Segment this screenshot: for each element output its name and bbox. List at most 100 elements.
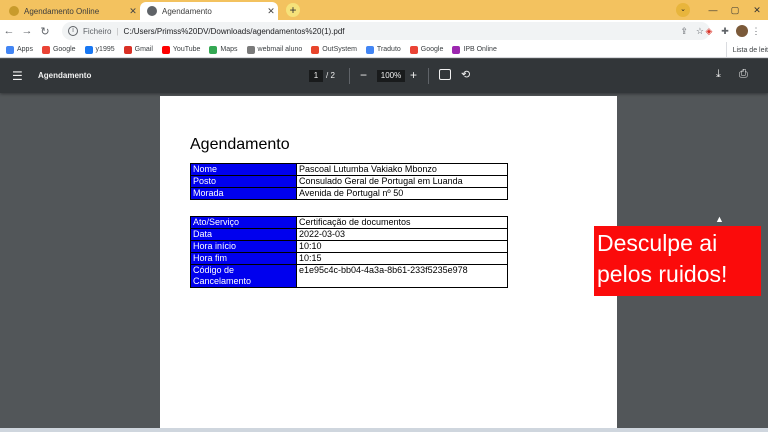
table-row: Hora início 10:10: [190, 240, 508, 253]
close-icon[interactable]: ✕: [126, 6, 140, 17]
pdf-toolbar: ☰ Agendamento 1 / 2 − 100% + ⟲ ⤓ ⎙: [0, 59, 768, 93]
back-arrow-icon[interactable]: ←: [0, 25, 18, 37]
page-number-input[interactable]: 1: [309, 70, 323, 82]
reading-list-label: Lista de leit: [732, 46, 768, 54]
table-value: 10:15: [296, 252, 508, 265]
annotation-line-2: pelos ruidos!: [597, 261, 728, 287]
maximize-icon[interactable]: ▢: [724, 5, 746, 16]
table-row: Ato/Serviço Certificação de documentos: [190, 216, 508, 229]
browser-toolbar: ← → ↻ i Ficheiro | C:/Users/Primss%20DV/…: [0, 20, 768, 42]
address-url[interactable]: C:/Users/Primss%20DV/Downloads/agendamen…: [124, 27, 345, 36]
page-total: / 2: [326, 71, 335, 80]
extension-icons: ◈ ✚ ⋮: [701, 22, 764, 40]
tab-search-icon[interactable]: ⌄: [676, 3, 690, 17]
site-favicon-icon: [9, 6, 19, 16]
kebab-menu-icon[interactable]: ⋮: [748, 26, 764, 37]
address-bar[interactable]: i Ficheiro | C:/Users/Primss%20DV/Downlo…: [62, 22, 710, 40]
document-heading: Agendamento: [190, 136, 290, 153]
bookmark-y1995[interactable]: y1995: [84, 45, 115, 54]
address-scheme: Ficheiro: [83, 26, 112, 36]
table-value: Consulado Geral de Portugal em Luanda: [296, 175, 508, 188]
close-window-icon[interactable]: ✕: [746, 5, 768, 16]
youtube-icon: [161, 45, 170, 54]
apology-annotation: Desculpe ai pelos ruidos!: [594, 226, 761, 296]
download-icon[interactable]: ⤓: [716, 68, 721, 81]
menu-icon[interactable]: ☰: [12, 69, 23, 83]
annotation-line-1: Desculpe ai: [597, 230, 718, 256]
mouse-cursor-icon: ▲: [715, 214, 724, 224]
info-icon[interactable]: i: [68, 26, 78, 36]
bookmark-google[interactable]: Google: [41, 45, 76, 54]
shield-extension-icon[interactable]: ◈: [701, 26, 717, 37]
bookmark-label: YouTube: [172, 46, 201, 53]
tab-agendamento[interactable]: Agendamento ✕: [140, 2, 278, 20]
facebook-icon: [84, 45, 93, 54]
table-row: Código de Cancelamento e1e95c4c-bb04-4a3a…: [190, 264, 508, 288]
table-key: Data: [190, 228, 297, 241]
puzzle-extensions-icon[interactable]: ✚: [717, 26, 733, 37]
globe-icon: [147, 6, 157, 16]
table-row: Morada Avenida de Portugal nº 50: [190, 187, 508, 200]
close-icon[interactable]: ✕: [264, 6, 278, 17]
table-row: Nome Pascoal Lutumba Vakiako Mbonzo: [190, 163, 508, 176]
table-row: Data 2022-03-03: [190, 228, 508, 241]
zoom-in-icon[interactable]: +: [410, 68, 417, 82]
zoom-level-input[interactable]: 100%: [377, 70, 405, 82]
forward-arrow-icon[interactable]: →: [18, 25, 36, 37]
bookmark-label: y1995: [95, 46, 115, 53]
bookmark-label: Maps: [220, 46, 238, 53]
bookmark-gmail[interactable]: Gmail: [123, 45, 153, 54]
bookmark-apps[interactable]: Apps: [6, 45, 33, 54]
table-row: Posto Consulado Geral de Portugal em Luan…: [190, 175, 508, 188]
gmail-icon: [123, 45, 132, 54]
tab-title: Agendamento Online: [24, 6, 100, 16]
table-value: Pascoal Lutumba Vakiako Mbonzo: [296, 163, 508, 176]
person-info-table: Nome Pascoal Lutumba Vakiako Mbonzo Posto…: [190, 163, 508, 200]
bookmark-maps[interactable]: Maps: [209, 45, 238, 54]
table-key: Ato/Serviço: [190, 216, 297, 229]
bookmark-traduto[interactable]: Traduto: [365, 45, 401, 54]
table-value: e1e95c4c-bb04-4a3a-8b61-233f5235e978: [296, 264, 508, 288]
webmail-icon: [246, 45, 255, 54]
table-key: Hora fim: [190, 252, 297, 265]
reload-icon[interactable]: ↻: [36, 25, 54, 38]
outsystem-icon: [311, 45, 320, 54]
bookmark-webmail[interactable]: webmail aluno: [246, 45, 303, 54]
bookmark-outsystem[interactable]: OutSystem: [311, 45, 357, 54]
bookmark-ipb-online[interactable]: IPB Online: [452, 45, 497, 54]
bookmark-google-2[interactable]: Google: [409, 45, 443, 54]
maps-icon: [209, 45, 218, 54]
fit-page-icon[interactable]: [439, 69, 451, 80]
table-value: 2022-03-03: [296, 228, 508, 241]
zoom-out-icon[interactable]: −: [360, 68, 367, 82]
toolbar-divider: [428, 68, 429, 84]
bookmark-label: Apps: [17, 46, 33, 53]
tab-agendamento-online[interactable]: Agendamento Online ✕: [2, 2, 140, 20]
table-value: Avenida de Portugal nº 50: [296, 187, 508, 200]
table-value: 10:10: [296, 240, 508, 253]
bookmark-label: Traduto: [376, 46, 401, 53]
print-icon[interactable]: ⎙: [739, 68, 748, 81]
google-icon: [409, 45, 418, 54]
bookmark-youtube[interactable]: YouTube: [161, 45, 201, 54]
bookmark-label: webmail aluno: [257, 46, 303, 53]
omnibox-actions: ⇪ ☆: [672, 22, 704, 40]
tab-title: Agendamento: [162, 6, 212, 16]
bookmark-label: Gmail: [134, 46, 153, 53]
table-key: Morada: [190, 187, 297, 200]
reading-list[interactable]: Lista de leit: [725, 42, 768, 58]
bookmark-label: OutSystem: [322, 46, 357, 53]
share-icon[interactable]: ⇪: [680, 26, 688, 37]
bookmarks-bar: Apps Google y1995 Gmail YouTube Maps web…: [0, 42, 768, 58]
bookmark-label: Google: [52, 46, 76, 53]
new-tab-button[interactable]: +: [286, 3, 300, 17]
profile-avatar[interactable]: [736, 25, 748, 37]
table-key: Código de Cancelamento: [190, 264, 297, 288]
toolbar-divider: [349, 68, 350, 84]
table-key: Hora início: [190, 240, 297, 253]
google-icon: [365, 45, 374, 54]
minimize-icon[interactable]: —: [702, 5, 724, 15]
rotate-icon[interactable]: ⟲: [461, 68, 470, 81]
address-separator: |: [116, 26, 119, 36]
tab-strip: Agendamento Online ✕ Agendamento ✕ + ⌄ —…: [0, 0, 768, 20]
